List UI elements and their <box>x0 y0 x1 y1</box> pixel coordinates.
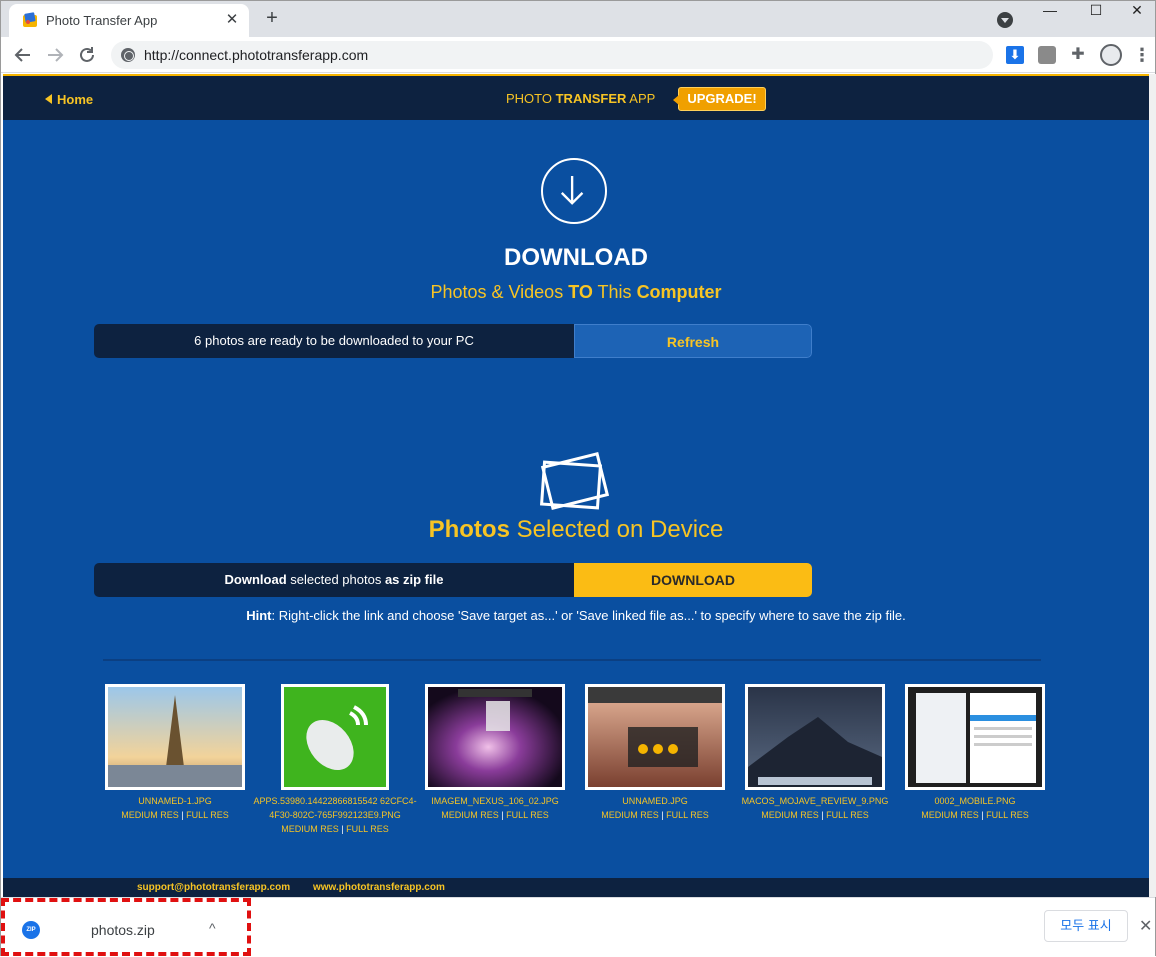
photo-filename: IMAGEM_NEXUS_106_02.JPG <box>431 796 559 806</box>
ready-status-bar: 6 photos are ready to be downloaded to y… <box>94 324 812 358</box>
photo-filename: UNNAMED-1.JPG <box>138 796 212 806</box>
medium-res-link[interactable]: MEDIUM RES <box>281 824 339 834</box>
support-email-link[interactable]: support@phototransferapp.com <box>137 882 290 893</box>
photo-thumbnail[interactable] <box>745 684 885 790</box>
medium-res-link[interactable]: MEDIUM RES <box>121 810 179 820</box>
full-res-link[interactable]: FULL RES <box>826 810 869 820</box>
photo-filename: APPS.53980.14422866815542 62CFC4-4F30-80… <box>253 796 417 820</box>
tab-close-icon[interactable]: ✕ <box>223 11 241 29</box>
url-text[interactable]: http://connect.phototransferapp.com <box>144 47 368 63</box>
web-page: Home PHOTO TRANSFER APP UPGRADE! DOWNLOA… <box>3 74 1149 897</box>
full-res-link[interactable]: FULL RES <box>666 810 709 820</box>
site-info-icon[interactable] <box>121 48 135 62</box>
photo-caption: IMAGEM_NEXUS_106_02.JPG MEDIUM RES | FUL… <box>431 796 559 820</box>
download-file-name[interactable]: photos.zip <box>91 922 155 938</box>
zip-download-text: Download selected photos as zip file <box>94 563 574 597</box>
tab-title: Photo Transfer App <box>46 13 158 28</box>
tab-search-icon[interactable] <box>997 12 1013 28</box>
download-shelf: ZIP photos.zip ^ 모두 표시 ✕ <box>1 897 1155 957</box>
home-label[interactable]: Home <box>57 92 93 107</box>
chevron-up-icon[interactable]: ^ <box>209 920 216 936</box>
tab-strip: Photo Transfer App ✕ + — ☐ ✕ <box>1 1 1155 37</box>
window-close-button[interactable]: ✕ <box>1119 1 1155 31</box>
home-arrow-icon <box>45 94 52 104</box>
download-zip-button[interactable]: DOWNLOAD <box>574 563 812 597</box>
maximize-button[interactable]: ☐ <box>1073 1 1119 31</box>
photo-caption: UNNAMED.JPG MEDIUM RES | FULL RES <box>601 796 709 820</box>
download-item-highlighted[interactable]: ZIP photos.zip ^ <box>1 898 251 956</box>
browser-toolbar: http://connect.phototransferapp.com ⬇ ✚ … <box>1 37 1155 73</box>
photo-thumbnail[interactable] <box>905 684 1045 790</box>
tab-photo-transfer[interactable]: Photo Transfer App ✕ <box>9 4 249 37</box>
shelf-close-icon[interactable]: ✕ <box>1139 916 1152 936</box>
medium-res-link[interactable]: MEDIUM RES <box>441 810 499 820</box>
refresh-button[interactable]: Refresh <box>574 324 812 358</box>
photo-caption: MACOS_MOJAVE_REVIEW_9.PNG MEDIUM RES | F… <box>741 796 889 820</box>
photo-caption: UNNAMED-1.JPG MEDIUM RES | FULL RES <box>121 796 229 820</box>
section-divider <box>103 659 1041 661</box>
upgrade-button[interactable]: UPGRADE! <box>673 87 766 111</box>
page-scrollbar[interactable] <box>1149 74 1156 897</box>
address-bar[interactable]: http://connect.phototransferapp.com <box>111 41 993 69</box>
photo-caption: 0002_MOBILE.PNG MEDIUM RES | FULL RES <box>921 796 1029 820</box>
site-brand: PHOTO TRANSFER APP <box>506 91 656 106</box>
camera-extension-icon[interactable] <box>1038 46 1056 64</box>
minimize-button[interactable]: — <box>1027 1 1073 31</box>
photo-thumbnail[interactable] <box>585 684 725 790</box>
profile-avatar-icon[interactable] <box>1100 44 1122 66</box>
photo-thumbnail[interactable] <box>425 684 565 790</box>
photo-filename: MACOS_MOJAVE_REVIEW_9.PNG <box>741 796 889 806</box>
full-res-link[interactable]: FULL RES <box>346 824 389 834</box>
full-res-link[interactable]: FULL RES <box>986 810 1029 820</box>
website-link[interactable]: www.phototransferapp.com <box>313 882 445 893</box>
show-all-downloads-button[interactable]: 모두 표시 <box>1044 910 1128 942</box>
extensions-puzzle-icon[interactable]: ✚ <box>1069 46 1087 64</box>
download-subtitle: Photos & Videos TO This Computer <box>430 282 722 302</box>
photo-thumbnail[interactable] <box>105 684 245 790</box>
site-header: Home PHOTO TRANSFER APP UPGRADE! <box>3 76 1149 120</box>
app-favicon-icon <box>23 12 37 27</box>
photo-filename: 0002_MOBILE.PNG <box>934 796 1016 806</box>
photos-selected-title: Photos Selected on Device <box>428 516 724 543</box>
zip-file-icon: ZIP <box>22 921 40 939</box>
medium-res-link[interactable]: MEDIUM RES <box>761 810 819 820</box>
medium-res-link[interactable]: MEDIUM RES <box>921 810 979 820</box>
medium-res-link[interactable]: MEDIUM RES <box>601 810 659 820</box>
full-res-link[interactable]: FULL RES <box>186 810 229 820</box>
back-arrow-icon[interactable] <box>11 43 35 67</box>
zip-download-bar: Download selected photos as zip file DOW… <box>94 563 812 597</box>
browser-menu-icon[interactable]: ⋮ <box>1133 46 1151 64</box>
download-extension-icon[interactable]: ⬇ <box>1006 46 1024 64</box>
site-footer: support@phototransferapp.com www.phototr… <box>3 878 1149 897</box>
browser-window: Photo Transfer App ✕ + — ☐ ✕ http://conn… <box>0 0 1156 957</box>
hint-text: Hint: Right-click the link and choose 'S… <box>246 608 906 623</box>
home-link[interactable]: Home <box>45 92 93 107</box>
photo-thumbnail[interactable] <box>281 684 389 790</box>
photo-caption: APPS.53980.14422866815542 62CFC4-4F30-80… <box>253 796 417 834</box>
photos-stack-icon <box>540 452 609 510</box>
reload-icon[interactable] <box>75 43 99 67</box>
photo-filename: UNNAMED.JPG <box>622 796 688 806</box>
download-title: DOWNLOAD <box>504 244 648 271</box>
new-tab-button[interactable]: + <box>261 7 283 29</box>
download-circle-icon <box>541 158 607 224</box>
full-res-link[interactable]: FULL RES <box>506 810 549 820</box>
forward-arrow-icon[interactable] <box>43 43 67 67</box>
ready-status-text: 6 photos are ready to be downloaded to y… <box>94 324 574 358</box>
